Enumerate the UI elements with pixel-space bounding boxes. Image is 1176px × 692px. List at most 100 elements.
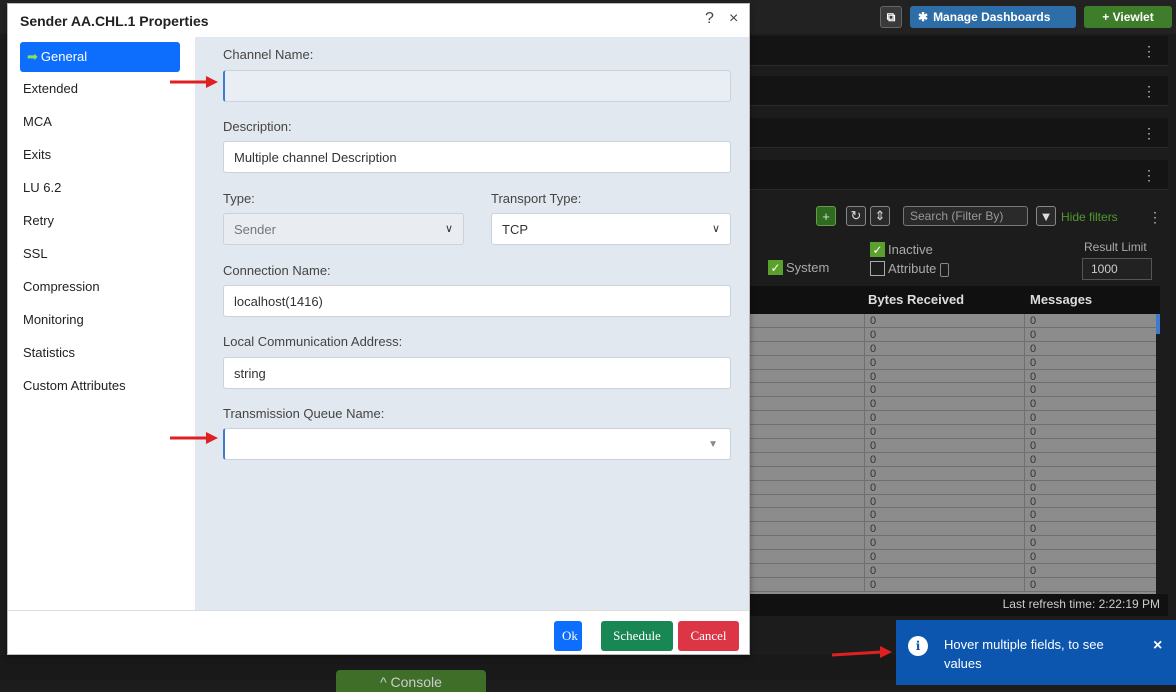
- table-row[interactable]: 00: [748, 536, 1156, 551]
- result-limit-label: Result Limit: [1084, 240, 1147, 254]
- bytes-received-cell: 0: [870, 495, 877, 508]
- annotation-arrow-icon: [831, 646, 892, 658]
- description-input[interactable]: Multiple channel Description: [223, 141, 731, 173]
- sidebar-item-ssl[interactable]: SSL: [8, 237, 195, 270]
- transmission-queue-select[interactable]: ▼: [223, 428, 731, 460]
- manage-dashboards-button[interactable]: ✱ Manage Dashboards: [910, 6, 1076, 28]
- transport-type-select[interactable]: TCP ∨: [491, 213, 731, 245]
- messages-cell: 0: [1030, 398, 1037, 411]
- kebab-menu-icon[interactable]: ⋮: [1142, 167, 1156, 184]
- connection-name-input[interactable]: localhost(1416): [223, 285, 731, 317]
- sidebar-item-monitoring[interactable]: Monitoring: [8, 303, 195, 336]
- table-row[interactable]: 00: [748, 466, 1156, 481]
- table-row[interactable]: 00: [748, 383, 1156, 398]
- local-address-input[interactable]: string: [223, 357, 731, 389]
- ok-button[interactable]: Ok: [554, 621, 582, 651]
- viewlet-bar: ⋮: [748, 36, 1168, 66]
- table-row[interactable]: 00: [748, 439, 1156, 453]
- inactive-checkbox[interactable]: ✓ Inactive: [870, 242, 933, 258]
- attribute-checkbox[interactable]: Attribute: [870, 261, 950, 277]
- type-select[interactable]: Sender ∨: [223, 213, 464, 245]
- kebab-menu-icon[interactable]: ⋮: [1148, 209, 1162, 226]
- table-row[interactable]: 00: [748, 327, 1156, 342]
- table-row[interactable]: 00: [748, 341, 1156, 356]
- copy-icon[interactable]: ⧉: [880, 6, 902, 28]
- search-input[interactable]: Search (Filter By): [903, 206, 1028, 226]
- sidebar-item-exits[interactable]: Exits: [8, 138, 195, 171]
- bytes-received-cell: 0: [870, 356, 877, 369]
- column-divider: [1024, 452, 1025, 466]
- result-limit-input[interactable]: 1000: [1082, 258, 1152, 280]
- column-divider: [864, 369, 865, 383]
- add-viewlet-button[interactable]: + Viewlet: [1084, 6, 1172, 28]
- table-row[interactable]: 00: [748, 564, 1156, 578]
- table-row[interactable]: 00: [748, 397, 1156, 412]
- table-row[interactable]: 00: [748, 550, 1156, 565]
- messages-cell: 0: [1030, 537, 1037, 550]
- info-icon: [940, 262, 950, 277]
- messages-cell: 0: [1030, 481, 1037, 494]
- table-body: 0000000000000000000000000000000000000000: [748, 314, 1156, 594]
- bytes-received-cell: 0: [870, 537, 877, 550]
- refresh-icon[interactable]: ↻: [846, 206, 866, 226]
- column-divider: [864, 327, 865, 341]
- column-divider: [864, 341, 865, 355]
- system-checkbox[interactable]: ✓ System: [768, 260, 829, 276]
- column-divider: [1024, 341, 1025, 355]
- sort-icon[interactable]: ⇕: [870, 206, 890, 226]
- column-divider: [864, 564, 865, 577]
- schedule-button[interactable]: Schedule: [601, 621, 673, 651]
- column-messages[interactable]: Messages: [1030, 292, 1092, 307]
- column-divider: [1024, 564, 1025, 577]
- sidebar-item-mca[interactable]: MCA: [8, 105, 195, 138]
- checkbox-unchecked-icon: [870, 261, 885, 277]
- sidebar-item-statistics[interactable]: Statistics: [8, 336, 195, 369]
- column-divider: [864, 577, 865, 591]
- table-row[interactable]: 00: [748, 355, 1156, 370]
- table-row[interactable]: 00: [748, 494, 1156, 509]
- table-row[interactable]: 00: [748, 452, 1156, 467]
- close-icon[interactable]: ×: [729, 10, 738, 28]
- kebab-menu-icon[interactable]: ⋮: [1142, 43, 1156, 60]
- messages-cell: 0: [1030, 578, 1037, 591]
- table-row[interactable]: 00: [748, 314, 1156, 328]
- viewlet-bar: ⋮: [748, 160, 1168, 190]
- console-button[interactable]: ^ Console: [336, 670, 486, 692]
- scrollbar[interactable]: [1156, 314, 1160, 334]
- channel-name-input[interactable]: [223, 70, 731, 102]
- table-row[interactable]: 00: [748, 522, 1156, 537]
- sidebar-item-lu62[interactable]: LU 6.2: [8, 171, 195, 204]
- column-bytes-received[interactable]: Bytes Received: [868, 292, 964, 307]
- table-row[interactable]: 00: [748, 425, 1156, 440]
- caret-down-icon: ▼: [708, 439, 718, 450]
- sidebar-item-extended[interactable]: Extended: [8, 72, 195, 105]
- type-label: Type:: [223, 191, 255, 206]
- filter-icon[interactable]: ▼: [1036, 206, 1056, 226]
- column-divider: [1024, 550, 1025, 564]
- table-row[interactable]: 00: [748, 411, 1156, 426]
- messages-cell: 0: [1030, 370, 1037, 383]
- table-row[interactable]: 00: [748, 369, 1156, 384]
- table-row[interactable]: 00: [748, 577, 1156, 592]
- local-address-label: Local Communication Address:: [223, 334, 403, 349]
- column-divider: [864, 383, 865, 397]
- table-row[interactable]: 00: [748, 480, 1156, 495]
- column-divider: [1024, 327, 1025, 341]
- add-icon[interactable]: +: [816, 206, 836, 226]
- bytes-received-cell: 0: [870, 384, 877, 397]
- column-divider: [1024, 355, 1025, 369]
- kebab-menu-icon[interactable]: ⋮: [1142, 125, 1156, 142]
- dialog-footer: Ok Schedule Cancel: [8, 610, 749, 654]
- annotation-arrow-icon: [170, 432, 218, 444]
- sidebar-item-custom-attributes[interactable]: Custom Attributes: [8, 369, 195, 402]
- column-divider: [864, 397, 865, 411]
- cancel-button[interactable]: Cancel: [678, 621, 739, 651]
- sidebar-item-general[interactable]: ➡ General: [20, 42, 180, 72]
- hide-filters-link[interactable]: Hide filters: [1061, 210, 1118, 224]
- kebab-menu-icon[interactable]: ⋮: [1142, 83, 1156, 100]
- sidebar-item-compression[interactable]: Compression: [8, 270, 195, 303]
- close-icon[interactable]: ×: [1153, 637, 1162, 655]
- sidebar-item-retry[interactable]: Retry: [8, 204, 195, 237]
- help-icon[interactable]: ?: [705, 10, 714, 28]
- table-row[interactable]: 00: [748, 508, 1156, 523]
